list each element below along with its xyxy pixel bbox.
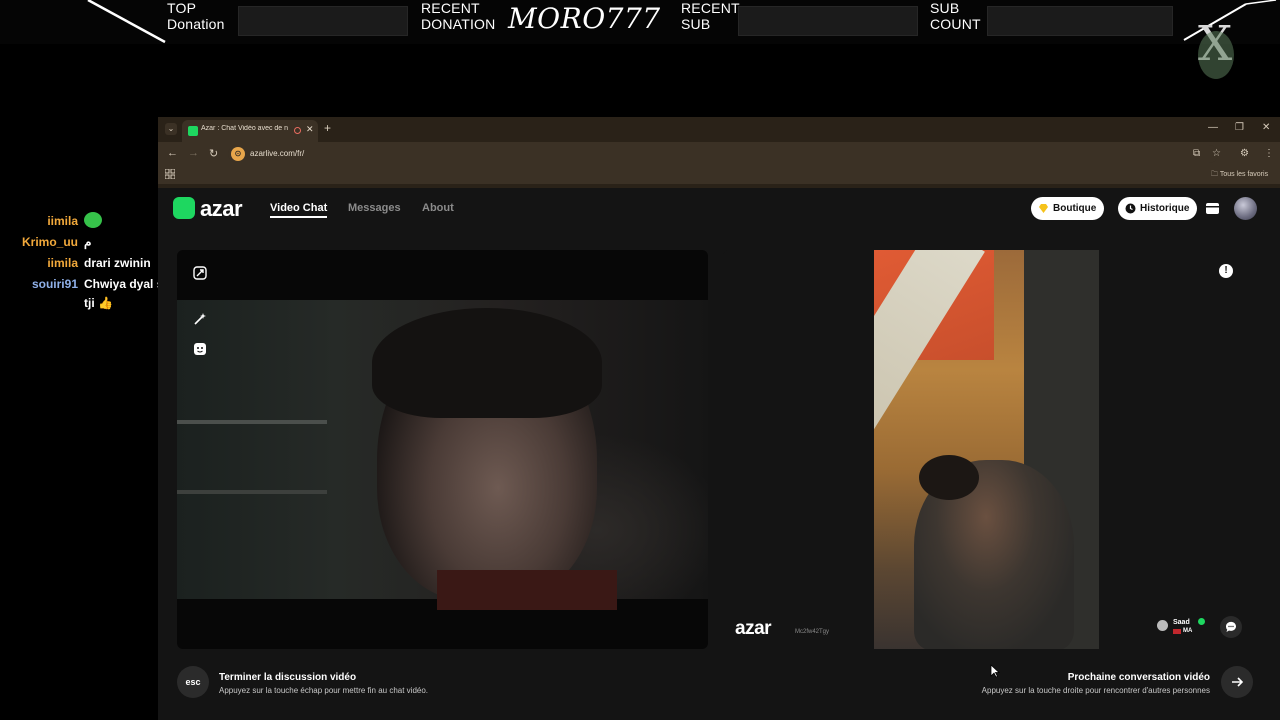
minimize-icon[interactable]: —	[1208, 122, 1218, 133]
azar-page: azar Video Chat Messages About Boutique …	[158, 188, 1280, 720]
forward-icon[interactable]: →	[188, 147, 199, 159]
morocco-flag-icon	[1173, 629, 1181, 634]
nav-video-chat[interactable]: Video Chat	[270, 202, 328, 218]
chat-message: tji 👍	[84, 296, 113, 310]
azar-favicon-icon	[188, 126, 198, 136]
azar-logo-icon[interactable]	[173, 197, 195, 219]
end-chat-subtitle: Appuyez sur la touche échap pour mettre …	[219, 686, 429, 695]
verified-badge-icon	[1198, 618, 1205, 625]
message-button[interactable]	[1220, 616, 1242, 638]
address-bar[interactable]	[228, 145, 1218, 163]
cast-icon[interactable]: ⧉	[1193, 148, 1200, 159]
tab-title: Azar : Chat Vidéo avec de n	[201, 125, 289, 132]
chat-message: drari zwinin	[84, 256, 151, 270]
gem-icon	[1039, 204, 1048, 213]
stream-overlay-bar: TOP Donation RECENT DONATION MORO777 REC…	[0, 0, 1280, 44]
boutique-button[interactable]: Boutique	[1031, 197, 1105, 220]
arrow-right-icon	[1232, 677, 1244, 687]
screen: TOP Donation RECENT DONATION MORO777 REC…	[0, 0, 1280, 720]
next-chat-title: Prochaine conversation vidéo	[1067, 672, 1210, 683]
chat-message: Chwiya dyal s	[84, 277, 158, 291]
recording-icon	[294, 127, 301, 134]
recent-donation-name: MORO777	[508, 2, 661, 35]
chat-bubble-icon	[1225, 621, 1236, 632]
chat-message: م	[84, 235, 92, 249]
site-info-icon[interactable]: ⊙	[231, 147, 245, 161]
tab-search-icon[interactable]: ⌄	[165, 123, 177, 135]
recent-donation-label: RECENT DONATION	[421, 0, 496, 32]
url-text[interactable]: azarlive.com/fr/	[250, 149, 304, 158]
bookmark-star-icon[interactable]: ☆	[1212, 148, 1221, 159]
chat-username: Krimo_uu	[21, 235, 78, 249]
peer-name: Saad	[1173, 619, 1190, 626]
top-donation-label: TOP Donation	[167, 0, 225, 32]
historique-label: Historique	[1140, 203, 1190, 214]
chat-username: iimila	[47, 256, 78, 270]
sub-count-box	[987, 6, 1173, 36]
peer-camera-video	[874, 250, 1099, 649]
recent-sub-label: RECENT SUB	[681, 0, 740, 32]
apps-grid-icon[interactable]	[165, 169, 175, 179]
expand-icon[interactable]	[193, 266, 207, 280]
browser-window: ⌄ Azar : Chat Vidéo avec de n ✕ + — ❐ ✕ …	[158, 117, 1280, 720]
reload-icon[interactable]: ↻	[209, 147, 218, 160]
end-chat-title: Terminer la discussion vidéo	[219, 672, 357, 683]
end-chat-button[interactable]: esc	[177, 666, 209, 698]
azar-watermark: azar	[735, 618, 772, 639]
recent-sub-box	[738, 6, 918, 36]
mouse-cursor-icon	[990, 664, 1000, 678]
profile-avatar[interactable]	[1234, 197, 1257, 220]
new-tab-icon[interactable]: +	[324, 121, 331, 135]
bookmarks-bar: 🗀 Tous les favoris	[158, 166, 1280, 184]
back-icon[interactable]: ←	[167, 147, 178, 159]
sub-count-label: SUB COUNT	[930, 0, 981, 32]
tab-azar[interactable]: Azar : Chat Vidéo avec de n ✕	[182, 120, 318, 142]
peer-person-icon	[1157, 620, 1168, 631]
chat-username: souiri91	[31, 277, 78, 291]
my-camera-video	[177, 300, 708, 610]
x-logo-icon: X	[1183, 0, 1277, 79]
inbox-icon[interactable]	[1205, 201, 1220, 216]
sticker-icon[interactable]	[193, 342, 207, 356]
tab-strip: ⌄ Azar : Chat Vidéo avec de n ✕ + — ❐ ✕	[158, 117, 1280, 142]
top-donation-box	[238, 6, 408, 36]
tab-close-icon[interactable]: ✕	[306, 124, 314, 135]
browser-toolbar: ← → ↻ ⊙ azarlive.com/fr/ ⧉ ☆ ⚙ ⋮	[158, 142, 1280, 166]
peer-camera-panel: ! azar Mc2fw42Tgy Saad MA	[723, 250, 1261, 649]
boutique-label: Boutique	[1053, 203, 1097, 214]
watermark-id: Mc2fw42Tgy	[795, 629, 830, 635]
close-window-icon[interactable]: ✕	[1262, 122, 1270, 133]
next-chat-button[interactable]	[1221, 666, 1253, 698]
extension-icon[interactable]: ⚙	[1240, 148, 1249, 159]
magic-wand-icon[interactable]	[193, 312, 207, 326]
my-camera-panel	[177, 250, 708, 649]
all-bookmarks-folder[interactable]: 🗀 Tous les favoris	[1211, 170, 1268, 181]
report-icon[interactable]: !	[1219, 264, 1233, 278]
peer-country: MA	[1183, 628, 1193, 634]
nav-messages[interactable]: Messages	[348, 202, 401, 214]
menu-kebab-icon[interactable]: ⋮	[1264, 148, 1274, 159]
chat-emote-icon	[84, 212, 102, 228]
azar-logo-text[interactable]: azar	[200, 196, 243, 222]
next-chat-subtitle: Appuyez sur la touche droite pour rencon…	[981, 686, 1210, 695]
nav-about[interactable]: About	[422, 202, 454, 214]
chat-username: iimila	[47, 214, 78, 228]
historique-button[interactable]: Historique	[1118, 197, 1198, 220]
clock-icon	[1125, 203, 1136, 214]
restore-icon[interactable]: ❐	[1235, 122, 1244, 133]
all-bookmarks-label: Tous les favoris	[1219, 171, 1269, 178]
